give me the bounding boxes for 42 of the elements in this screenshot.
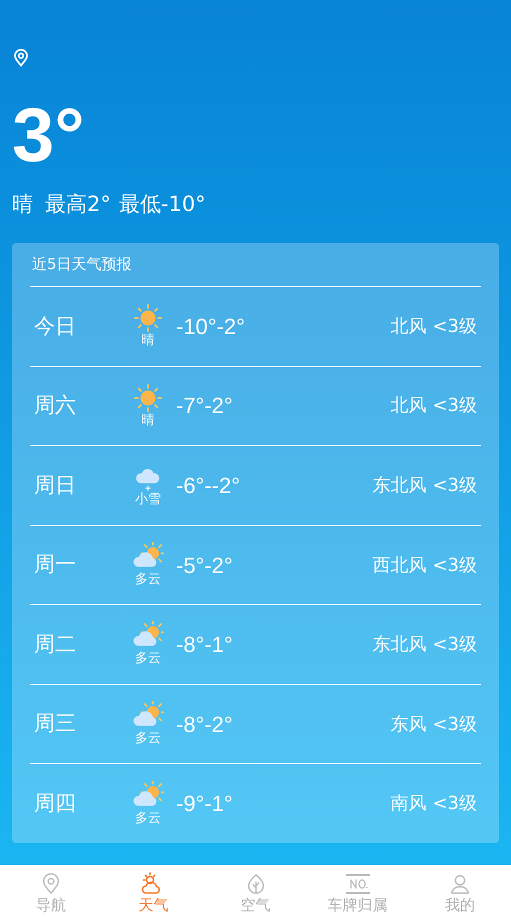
wind-info: 南风 <3级 <box>390 792 477 816</box>
temperature-range: -7°-2° <box>176 392 233 420</box>
wind-info: 北风 <3级 <box>390 394 477 418</box>
temperature-range: -9°-1° <box>176 790 233 818</box>
wind-info: 北风 <3级 <box>390 314 477 339</box>
high-temperature: 最高2° <box>45 194 111 215</box>
location-pin-icon[interactable] <box>12 48 30 68</box>
day-condition: 晴 <box>142 333 154 350</box>
day-condition: 多云 <box>135 731 161 748</box>
day-condition: 多云 <box>135 572 161 588</box>
temperature-range: -8°-1° <box>176 631 233 660</box>
low-temperature: 最低-10° <box>118 194 206 215</box>
temperature-range: -6°--2° <box>176 472 240 500</box>
sun-icon <box>133 303 163 334</box>
day-label: 今日 <box>34 312 77 340</box>
nav-tab[interactable]: 空气 <box>204 865 307 921</box>
day-label: 周三 <box>34 710 77 738</box>
day-label: 周六 <box>34 392 77 420</box>
nav-tab[interactable]: 车牌归属 <box>306 865 409 921</box>
day-label: 周二 <box>34 630 77 658</box>
temperature-range: -5°-2° <box>176 552 233 580</box>
day-condition: 小雪 <box>135 492 161 509</box>
day-label: 周四 <box>34 790 77 817</box>
wind-info: 东风 <3级 <box>390 712 477 737</box>
sun-icon <box>133 382 163 413</box>
plate-icon <box>344 872 371 896</box>
nav-tab[interactable]: 我的 <box>408 865 511 921</box>
day-label: 周日 <box>34 472 77 499</box>
day-condition: 多云 <box>135 810 161 827</box>
day-label: 周一 <box>34 551 77 578</box>
forecast-title: 近5日天气预报 <box>30 243 481 287</box>
day-condition: 晴 <box>142 412 154 429</box>
wind-info: 东北风 <3级 <box>372 474 477 498</box>
temperature-range: -8°-2° <box>176 710 233 739</box>
wind-info: 东北风 <3级 <box>372 633 477 658</box>
nav-tab[interactable]: 导航 <box>0 865 102 921</box>
current-condition: 晴 <box>12 194 33 215</box>
temperature-range: -10°-2° <box>176 312 245 341</box>
current-temperature: 3° <box>12 98 85 174</box>
day-condition: 多云 <box>135 651 161 668</box>
nav-tab[interactable]: 天气 <box>102 865 204 921</box>
wind-info: 西北风 <3级 <box>372 554 477 578</box>
